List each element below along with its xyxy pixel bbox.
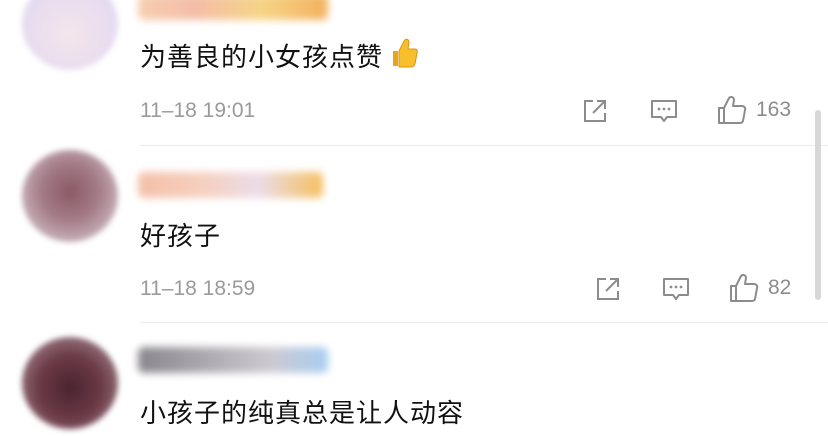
comment-icon: [663, 278, 689, 300]
comment-timestamp: 11–18 18:59: [140, 277, 256, 300]
share-icon: [597, 278, 619, 300]
comment-button[interactable]: [648, 96, 680, 126]
avatar[interactable]: [22, 0, 118, 70]
comment-item-3: 小孩子的纯真总是让人动容: [0, 323, 828, 436]
comment-item-1: 为善良的小女孩点赞 11–18 19:01 163: [0, 0, 828, 145]
comment-icon: [651, 100, 677, 122]
share-button[interactable]: [593, 274, 623, 304]
comment-item-2: 好孩子 11–18 18:59 82: [0, 146, 828, 322]
comment-button[interactable]: [660, 274, 692, 304]
like-button[interactable]: 163: [716, 94, 791, 126]
username-blurred[interactable]: [138, 0, 328, 20]
like-count: 82: [768, 276, 792, 299]
comment-timestamp: 11–18 19:01: [140, 99, 256, 122]
avatar[interactable]: [22, 150, 118, 242]
comment-text: 好孩子: [140, 222, 222, 252]
like-count: 163: [756, 98, 792, 121]
avatar[interactable]: [22, 337, 118, 429]
username-blurred[interactable]: [138, 172, 323, 198]
share-button[interactable]: [580, 96, 610, 126]
like-button[interactable]: 82: [728, 272, 791, 304]
scrollbar[interactable]: [815, 110, 821, 300]
comment-text: 为善良的小女孩点赞: [140, 36, 419, 77]
comment-text: 小孩子的纯真总是让人动容: [140, 399, 465, 429]
thumbs-up-emoji: [385, 36, 419, 77]
username-blurred[interactable]: [138, 347, 328, 373]
share-icon: [584, 100, 606, 122]
like-thumb-icon: [718, 95, 747, 124]
comment-text-content: 为善良的小女孩点赞: [140, 43, 384, 73]
like-thumb-icon: [730, 273, 759, 302]
